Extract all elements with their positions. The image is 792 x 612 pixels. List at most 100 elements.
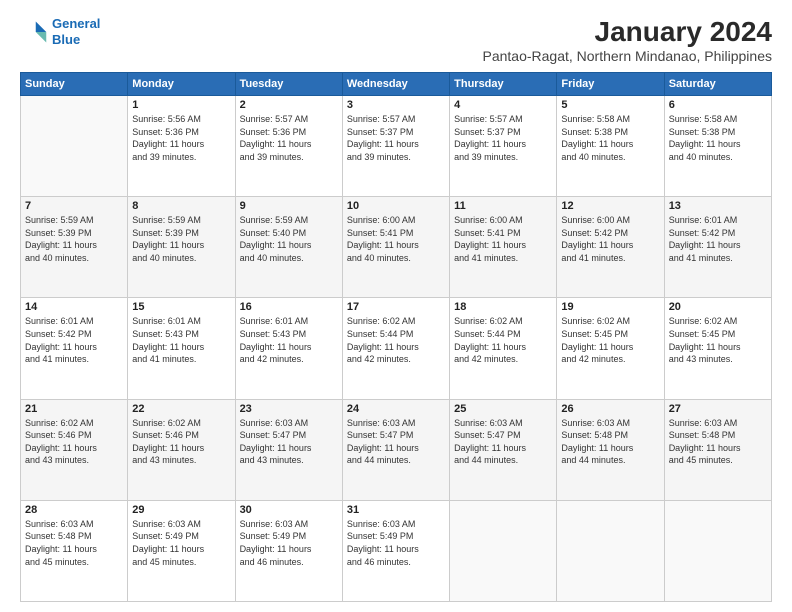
logo: General Blue: [20, 16, 100, 47]
calendar-day: 7 Sunrise: 5:59 AM Sunset: 5:39 PM Daylig…: [21, 197, 128, 298]
day-number: 31: [347, 504, 445, 516]
header-saturday: Saturday: [664, 73, 771, 96]
day-info: Sunrise: 5:58 AM Sunset: 5:38 PM Dayligh…: [561, 113, 659, 163]
day-info: Sunrise: 6:00 AM Sunset: 5:41 PM Dayligh…: [454, 214, 552, 264]
day-number: 5: [561, 99, 659, 111]
day-info: Sunrise: 6:03 AM Sunset: 5:47 PM Dayligh…: [454, 417, 552, 467]
header: General Blue January 2024 Pantao-Ragat, …: [20, 16, 772, 64]
day-info: Sunrise: 6:03 AM Sunset: 5:48 PM Dayligh…: [669, 417, 767, 467]
header-wednesday: Wednesday: [342, 73, 449, 96]
day-number: 30: [240, 504, 338, 516]
day-number: 20: [669, 301, 767, 313]
calendar-day: 28Sunrise: 6:03 AM Sunset: 5:48 PM Dayli…: [21, 500, 128, 601]
calendar-day: 15Sunrise: 6:01 AM Sunset: 5:43 PM Dayli…: [128, 298, 235, 399]
calendar-day: 16Sunrise: 6:01 AM Sunset: 5:43 PM Dayli…: [235, 298, 342, 399]
day-info: Sunrise: 6:02 AM Sunset: 5:44 PM Dayligh…: [347, 315, 445, 365]
day-info: Sunrise: 6:02 AM Sunset: 5:45 PM Dayligh…: [561, 315, 659, 365]
day-info: Sunrise: 6:01 AM Sunset: 5:42 PM Dayligh…: [25, 315, 123, 365]
calendar-week-1: 1Sunrise: 5:56 AM Sunset: 5:36 PM Daylig…: [21, 96, 772, 197]
calendar-week-3: 14 Sunrise: 6:01 AM Sunset: 5:42 PM Dayli…: [21, 298, 772, 399]
day-info: Sunrise: 5:58 AM Sunset: 5:38 PM Dayligh…: [669, 113, 767, 163]
day-info: Sunrise: 6:00 AM Sunset: 5:42 PM Dayligh…: [561, 214, 659, 264]
day-info: Sunrise: 5:57 AM Sunset: 5:37 PM Dayligh…: [454, 113, 552, 163]
main-title: January 2024: [482, 16, 772, 48]
day-number: 3: [347, 99, 445, 111]
calendar-day: 2 Sunrise: 5:57 AM Sunset: 5:36 PM Daylig…: [235, 96, 342, 197]
day-number: 15: [132, 301, 230, 313]
day-info: Sunrise: 5:59 AM Sunset: 5:39 PM Dayligh…: [132, 214, 230, 264]
day-number: 19: [561, 301, 659, 313]
header-sunday: Sunday: [21, 73, 128, 96]
calendar-day: 24 Sunrise: 6:03 AM Sunset: 5:47 PM Dayli…: [342, 399, 449, 500]
calendar-day: 1Sunrise: 5:56 AM Sunset: 5:36 PM Daylig…: [128, 96, 235, 197]
day-info: Sunrise: 6:03 AM Sunset: 5:47 PM Dayligh…: [347, 417, 445, 467]
day-number: 13: [669, 200, 767, 212]
calendar-day: 12 Sunrise: 6:00 AM Sunset: 5:42 PM Dayli…: [557, 197, 664, 298]
calendar-day: 11Sunrise: 6:00 AM Sunset: 5:41 PM Dayli…: [450, 197, 557, 298]
day-number: 12: [561, 200, 659, 212]
day-info: Sunrise: 5:57 AM Sunset: 5:36 PM Dayligh…: [240, 113, 338, 163]
calendar-day: 5 Sunrise: 5:58 AM Sunset: 5:38 PM Daylig…: [557, 96, 664, 197]
day-number: 18: [454, 301, 552, 313]
header-monday: Monday: [128, 73, 235, 96]
day-number: 4: [454, 99, 552, 111]
day-number: 7: [25, 200, 123, 212]
day-info: Sunrise: 6:03 AM Sunset: 5:49 PM Dayligh…: [347, 518, 445, 568]
day-info: Sunrise: 5:59 AM Sunset: 5:39 PM Dayligh…: [25, 214, 123, 264]
day-info: Sunrise: 6:02 AM Sunset: 5:44 PM Dayligh…: [454, 315, 552, 365]
day-info: Sunrise: 6:03 AM Sunset: 5:47 PM Dayligh…: [240, 417, 338, 467]
header-thursday: Thursday: [450, 73, 557, 96]
day-number: 2: [240, 99, 338, 111]
calendar-day: [557, 500, 664, 601]
day-info: Sunrise: 5:57 AM Sunset: 5:37 PM Dayligh…: [347, 113, 445, 163]
day-info: Sunrise: 6:03 AM Sunset: 5:49 PM Dayligh…: [240, 518, 338, 568]
calendar-day: [450, 500, 557, 601]
calendar-day: 6 Sunrise: 5:58 AM Sunset: 5:38 PM Daylig…: [664, 96, 771, 197]
calendar-day: 21Sunrise: 6:02 AM Sunset: 5:46 PM Dayli…: [21, 399, 128, 500]
day-info: Sunrise: 5:59 AM Sunset: 5:40 PM Dayligh…: [240, 214, 338, 264]
day-info: Sunrise: 6:02 AM Sunset: 5:46 PM Dayligh…: [132, 417, 230, 467]
calendar-day: 25Sunrise: 6:03 AM Sunset: 5:47 PM Dayli…: [450, 399, 557, 500]
calendar-day: 26 Sunrise: 6:03 AM Sunset: 5:48 PM Dayli…: [557, 399, 664, 500]
day-number: 22: [132, 403, 230, 415]
calendar-day: 30 Sunrise: 6:03 AM Sunset: 5:49 PM Dayli…: [235, 500, 342, 601]
day-info: Sunrise: 6:00 AM Sunset: 5:41 PM Dayligh…: [347, 214, 445, 264]
logo-line2: Blue: [52, 32, 80, 47]
calendar-day: 22 Sunrise: 6:02 AM Sunset: 5:46 PM Dayli…: [128, 399, 235, 500]
calendar-day: 3 Sunrise: 5:57 AM Sunset: 5:37 PM Daylig…: [342, 96, 449, 197]
calendar-day: 31 Sunrise: 6:03 AM Sunset: 5:49 PM Dayli…: [342, 500, 449, 601]
page: General Blue January 2024 Pantao-Ragat, …: [0, 0, 792, 612]
day-number: 23: [240, 403, 338, 415]
calendar-day: [21, 96, 128, 197]
day-info: Sunrise: 6:01 AM Sunset: 5:42 PM Dayligh…: [669, 214, 767, 264]
day-number: 14: [25, 301, 123, 313]
header-friday: Friday: [557, 73, 664, 96]
calendar-day: 19 Sunrise: 6:02 AM Sunset: 5:45 PM Dayli…: [557, 298, 664, 399]
title-block: January 2024 Pantao-Ragat, Northern Mind…: [482, 16, 772, 64]
calendar-week-4: 21Sunrise: 6:02 AM Sunset: 5:46 PM Dayli…: [21, 399, 772, 500]
day-number: 24: [347, 403, 445, 415]
calendar-day: 27 Sunrise: 6:03 AM Sunset: 5:48 PM Dayli…: [664, 399, 771, 500]
day-number: 26: [561, 403, 659, 415]
logo-icon: [20, 18, 48, 46]
day-info: Sunrise: 6:03 AM Sunset: 5:48 PM Dayligh…: [561, 417, 659, 467]
day-number: 9: [240, 200, 338, 212]
calendar-day: 23 Sunrise: 6:03 AM Sunset: 5:47 PM Dayli…: [235, 399, 342, 500]
day-number: 10: [347, 200, 445, 212]
calendar-header-row: SundayMondayTuesdayWednesdayThursdayFrid…: [21, 73, 772, 96]
day-number: 6: [669, 99, 767, 111]
logo-text: General Blue: [52, 16, 100, 47]
calendar-day: 8Sunrise: 5:59 AM Sunset: 5:39 PM Daylig…: [128, 197, 235, 298]
day-number: 29: [132, 504, 230, 516]
calendar-day: 9 Sunrise: 5:59 AM Sunset: 5:40 PM Daylig…: [235, 197, 342, 298]
calendar-week-2: 7 Sunrise: 5:59 AM Sunset: 5:39 PM Daylig…: [21, 197, 772, 298]
calendar-week-5: 28Sunrise: 6:03 AM Sunset: 5:48 PM Dayli…: [21, 500, 772, 601]
calendar-day: 18 Sunrise: 6:02 AM Sunset: 5:44 PM Dayli…: [450, 298, 557, 399]
calendar-day: 29Sunrise: 6:03 AM Sunset: 5:49 PM Dayli…: [128, 500, 235, 601]
day-info: Sunrise: 6:02 AM Sunset: 5:46 PM Dayligh…: [25, 417, 123, 467]
day-number: 27: [669, 403, 767, 415]
day-number: 17: [347, 301, 445, 313]
day-number: 16: [240, 301, 338, 313]
calendar-day: 10 Sunrise: 6:00 AM Sunset: 5:41 PM Dayli…: [342, 197, 449, 298]
calendar-day: 14 Sunrise: 6:01 AM Sunset: 5:42 PM Dayli…: [21, 298, 128, 399]
